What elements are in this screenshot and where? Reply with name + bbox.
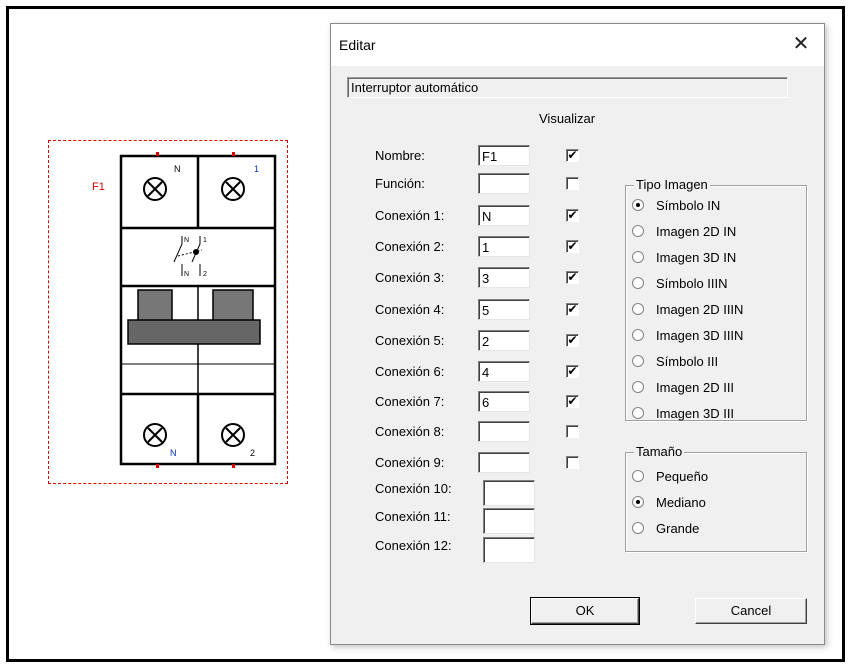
tamano-title: Tamaño xyxy=(634,444,685,459)
terminal-label: N xyxy=(174,164,181,174)
radio-button[interactable] xyxy=(632,251,644,263)
close-icon[interactable]: ✕ xyxy=(788,31,814,57)
visualizar-checkbox[interactable]: ✔ xyxy=(566,271,579,284)
visualizar-header: Visualizar xyxy=(539,111,596,126)
check-icon: ✔ xyxy=(567,394,578,408)
radio-label: Símbolo III xyxy=(656,354,719,369)
terminal-label: 1 xyxy=(254,164,259,174)
field-input[interactable]: 2 xyxy=(478,330,530,351)
field-input[interactable]: 5 xyxy=(478,299,530,320)
radio-label: Imagen 2D IN xyxy=(656,224,737,239)
radio-label: Imagen 3D IIIN xyxy=(656,328,744,343)
field-label: Conexión 11: xyxy=(375,509,451,524)
visualizar-checkbox[interactable]: ✔ xyxy=(566,209,579,222)
field-input[interactable] xyxy=(478,173,530,194)
radio-label: Imagen 3D III xyxy=(656,406,735,421)
field-label: Conexión 5: xyxy=(375,333,445,348)
field-label: Conexión 1: xyxy=(375,208,445,223)
tipo-imagen-group: Tipo Imagen Símbolo IN Imagen 2D IN Imagen… xyxy=(625,177,807,421)
check-icon: ✔ xyxy=(567,208,578,222)
field-label: Conexión 10: xyxy=(375,481,452,496)
switch-label: 2 xyxy=(203,271,207,278)
field-input[interactable] xyxy=(478,452,530,473)
visualizar-checkbox[interactable]: ✔ xyxy=(566,334,579,347)
radio-label: Mediano xyxy=(656,495,706,510)
field-label: Conexión 9: xyxy=(375,455,445,470)
radio-button[interactable] xyxy=(632,407,644,419)
field-input[interactable]: N xyxy=(478,205,530,226)
radio-label: Símbolo IN xyxy=(656,198,721,213)
radio-button[interactable] xyxy=(632,303,644,315)
field-input[interactable] xyxy=(483,537,535,563)
field-label: Conexión 6: xyxy=(375,364,445,379)
terminal-label: N xyxy=(170,448,177,458)
radio-label: Símbolo IIIN xyxy=(656,276,728,291)
cancel-button[interactable]: Cancel xyxy=(695,598,807,624)
check-icon: ✔ xyxy=(567,239,578,253)
radio-button[interactable] xyxy=(632,496,644,508)
radio-label: Pequeño xyxy=(656,469,709,484)
dialog-title: Editar xyxy=(339,37,376,53)
terminal-label: 2 xyxy=(250,448,255,458)
field-input[interactable]: 6 xyxy=(478,391,530,412)
radio-button[interactable] xyxy=(632,381,644,393)
visualizar-checkbox[interactable]: ✔ xyxy=(566,395,579,408)
check-icon: ✔ xyxy=(567,270,578,284)
field-label: Conexión 12: xyxy=(375,538,452,553)
check-icon: ✔ xyxy=(567,364,578,378)
visualizar-checkbox[interactable] xyxy=(566,425,579,438)
radio-button[interactable] xyxy=(632,277,644,289)
field-input[interactable]: F1 xyxy=(478,145,530,166)
dialog-titlebar[interactable]: Editar ✕ xyxy=(331,24,824,66)
field-input[interactable]: 3 xyxy=(478,267,530,288)
switch-label: N xyxy=(184,237,189,244)
field-label: Conexión 4: xyxy=(375,302,445,317)
field-label: Función: xyxy=(375,176,425,191)
switch-label: N xyxy=(184,271,189,278)
field-label: Nombre: xyxy=(375,148,425,163)
field-input[interactable]: 4 xyxy=(478,361,530,382)
visualizar-checkbox[interactable]: ✔ xyxy=(566,303,579,316)
field-label: Conexión 7: xyxy=(375,394,445,409)
breaker-symbol[interactable]: N 1 N 1 N 2 N 2 xyxy=(118,152,278,470)
field-label: Conexión 3: xyxy=(375,270,445,285)
radio-button[interactable] xyxy=(632,225,644,237)
tipo-imagen-title: Tipo Imagen xyxy=(634,177,710,192)
radio-button[interactable] xyxy=(632,355,644,367)
description-field: Interruptor automático xyxy=(347,77,788,98)
radio-button[interactable] xyxy=(632,470,644,482)
visualizar-checkbox[interactable]: ✔ xyxy=(566,365,579,378)
ok-button[interactable]: OK xyxy=(530,597,640,625)
radio-label: Imagen 2D III xyxy=(656,380,735,395)
check-icon: ✔ xyxy=(567,148,578,162)
field-input[interactable]: 1 xyxy=(478,236,530,257)
switch-label: 1 xyxy=(203,237,207,244)
field-input[interactable] xyxy=(483,480,535,506)
field-label: Conexión 8: xyxy=(375,424,445,439)
radio-label: Imagen 3D IN xyxy=(656,250,737,265)
visualizar-checkbox[interactable]: ✔ xyxy=(566,240,579,253)
edit-dialog: Editar ✕ Interruptor automático Visualiz… xyxy=(330,23,825,645)
visualizar-checkbox[interactable] xyxy=(566,177,579,190)
visualizar-checkbox[interactable]: ✔ xyxy=(566,149,579,162)
field-input[interactable] xyxy=(483,508,535,534)
radio-button[interactable] xyxy=(632,522,644,534)
radio-button[interactable] xyxy=(632,199,644,211)
radio-label: Imagen 2D IIIN xyxy=(656,302,744,317)
visualizar-checkbox[interactable] xyxy=(566,456,579,469)
symbol-label: F1 xyxy=(92,181,105,193)
check-icon: ✔ xyxy=(567,333,578,347)
field-label: Conexión 2: xyxy=(375,239,445,254)
tamano-group: Tamaño Pequeño Mediano Grande xyxy=(625,444,807,552)
radio-button[interactable] xyxy=(632,329,644,341)
field-input[interactable] xyxy=(478,421,530,442)
check-icon: ✔ xyxy=(567,302,578,316)
radio-label: Grande xyxy=(656,521,700,536)
